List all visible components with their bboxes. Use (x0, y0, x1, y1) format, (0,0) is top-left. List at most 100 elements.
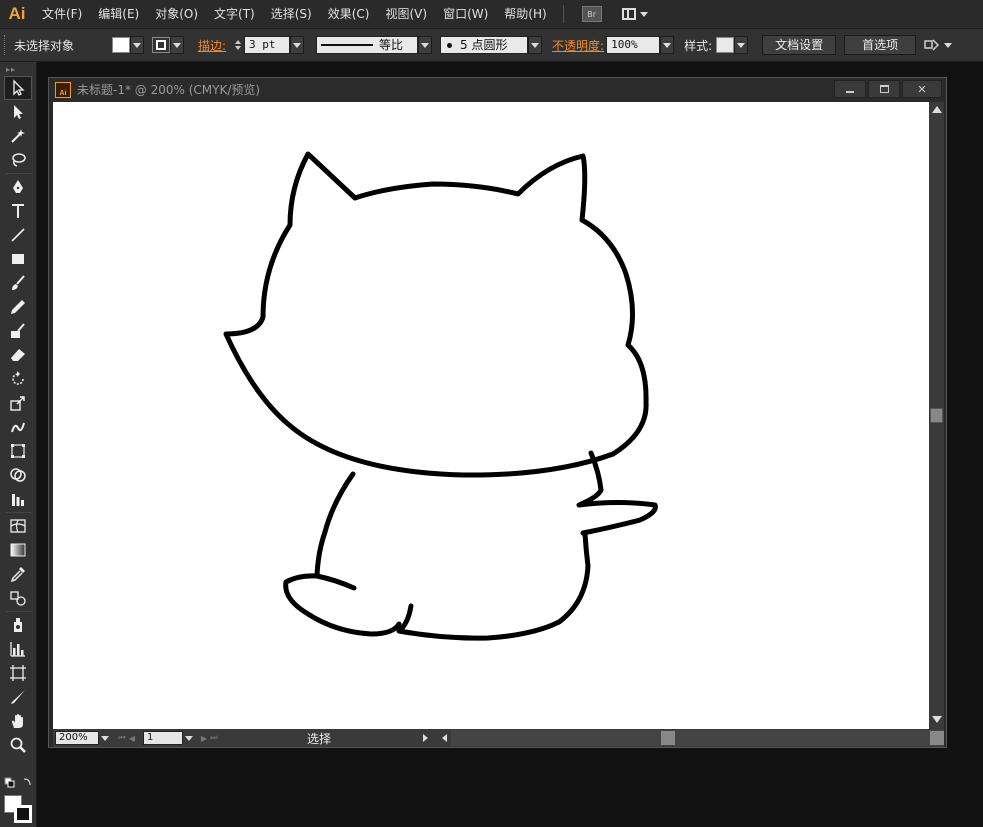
pen-tool[interactable] (4, 175, 32, 199)
fill-swatch[interactable] (112, 37, 130, 53)
bridge-button[interactable]: Br (581, 6, 602, 22)
lasso-tool[interactable] (4, 148, 32, 172)
current-tool-status[interactable]: 选择 (219, 730, 419, 747)
close-button[interactable]: ✕ (902, 80, 942, 98)
blend-tool[interactable] (4, 586, 32, 610)
document-tab[interactable]: Ai 未标题-1* @ 200% (CMYK/预览) ✕ (49, 78, 946, 101)
next-artboard-button[interactable]: ▶ (199, 731, 209, 745)
line-tool[interactable] (4, 223, 32, 247)
vertical-scrollbar[interactable] (929, 102, 944, 729)
warp-tool[interactable] (4, 415, 32, 439)
gradient-tool[interactable] (4, 538, 32, 562)
tool-separator (6, 611, 32, 612)
graph-tool[interactable] (4, 487, 32, 511)
control-bar-grip[interactable] (4, 35, 8, 55)
rectangle-tool[interactable] (4, 247, 32, 271)
slice-tool[interactable] (4, 685, 32, 709)
tools-panel-grip[interactable]: ▸▸ (0, 62, 36, 76)
artboard-canvas[interactable] (53, 102, 929, 729)
workspace-switcher[interactable] (621, 8, 648, 20)
scroll-left-icon[interactable] (442, 734, 447, 742)
opacity-label[interactable]: 不透明度: (552, 37, 604, 54)
fill-dropdown[interactable] (130, 36, 144, 54)
chevron-down-icon (133, 42, 141, 48)
document-setup-button[interactable]: 文档设置 (762, 35, 837, 55)
direct-selection-tool[interactable] (4, 100, 32, 124)
menu-select[interactable]: 选择(S) (263, 0, 320, 28)
stroke-weight-dropdown[interactable] (290, 36, 305, 54)
brush-dropdown[interactable] (528, 36, 543, 54)
column-graph-tool[interactable] (4, 637, 32, 661)
scroll-right-icon[interactable] (930, 731, 944, 745)
rotate-tool[interactable] (4, 367, 32, 391)
graphic-style-dropdown[interactable] (734, 36, 749, 54)
close-icon: ✕ (917, 82, 927, 96)
menu-view[interactable]: 视图(V) (377, 0, 435, 28)
type-tool[interactable] (4, 199, 32, 223)
stroke-profile-dropdown[interactable] (418, 36, 433, 54)
vertical-scroll-thumb[interactable] (930, 408, 943, 423)
fill-stroke-swatches[interactable] (4, 795, 34, 823)
scale-tool[interactable] (4, 391, 32, 415)
stroke-dropdown[interactable] (170, 36, 184, 54)
menu-window[interactable]: 窗口(W) (435, 0, 496, 28)
zoom-tool[interactable] (4, 733, 32, 757)
menu-effect[interactable]: 效果(C) (320, 0, 378, 28)
maximize-button[interactable] (868, 80, 900, 98)
opacity-field[interactable]: 100% (606, 36, 661, 54)
stroke-weight-spinner[interactable] (232, 36, 244, 54)
stroke-swatch[interactable] (152, 37, 170, 53)
zoom-field[interactable]: 200% (55, 731, 99, 745)
selection-tool[interactable] (4, 76, 32, 100)
pencil-tool[interactable] (4, 295, 32, 319)
artboard-number-field[interactable]: 1 (143, 731, 183, 745)
status-bar: 200% ⏮ ◀ 1 ▶ ⏭ 选择 (53, 729, 944, 747)
preferences-button[interactable]: 首选项 (844, 35, 917, 55)
mesh-tool[interactable] (4, 514, 32, 538)
blob-brush-tool[interactable] (4, 319, 32, 343)
stroke-color-swatch[interactable] (14, 805, 32, 823)
hand-tool[interactable] (4, 709, 32, 733)
menu-help[interactable]: 帮助(H) (496, 0, 554, 28)
cat-illustration[interactable] (53, 102, 929, 729)
graphic-style-swatch[interactable] (716, 37, 735, 53)
menu-file[interactable]: 文件(F) (34, 0, 90, 28)
menu-edit[interactable]: 编辑(E) (90, 0, 147, 28)
stroke-label[interactable]: 描边: (198, 37, 226, 54)
artboard-tool[interactable] (4, 661, 32, 685)
status-menu-icon[interactable] (423, 734, 428, 742)
paintbrush-tool[interactable] (4, 271, 32, 295)
shape-builder-tool[interactable] (4, 463, 32, 487)
cat-body-left (314, 471, 356, 579)
window-controls: ✕ (832, 80, 942, 98)
artboard-dropdown[interactable] (183, 731, 195, 745)
brush-definition-field[interactable]: 5 点圆形 (440, 36, 529, 54)
control-bar: 未选择对象 描边: 3 pt 等比 5 点圆形 不透明度: 100% 样式: 文… (0, 28, 983, 62)
horizontal-scroll-thumb[interactable] (661, 731, 675, 745)
scroll-up-icon[interactable] (932, 106, 942, 113)
free-transform-tool[interactable] (4, 439, 32, 463)
zoom-dropdown[interactable] (99, 731, 111, 745)
opacity-dropdown[interactable] (660, 36, 675, 54)
last-artboard-button[interactable]: ⏭ (209, 731, 219, 745)
horizontal-scrollbar[interactable] (451, 730, 944, 746)
control-panel-menu[interactable] (924, 38, 953, 52)
menu-object[interactable]: 对象(O) (147, 0, 206, 28)
swap-colors-control[interactable] (4, 776, 34, 790)
first-artboard-button[interactable]: ⏮ (117, 731, 127, 745)
symbol-sprayer-tool[interactable] (4, 613, 32, 637)
minimize-button[interactable] (834, 80, 866, 98)
rectangle-tool-icon (12, 254, 24, 264)
mesh-tool-icon (10, 519, 26, 533)
stroke-profile-field[interactable]: 等比 (316, 36, 419, 54)
magic-wand-tool[interactable] (4, 124, 32, 148)
stroke-profile-label: 等比 (379, 38, 404, 52)
stroke-weight-field[interactable]: 3 pt (244, 36, 291, 54)
prev-artboard-button[interactable]: ◀ (127, 731, 137, 745)
eyedropper-tool[interactable] (4, 562, 32, 586)
direct-selection-tool-icon (14, 105, 23, 119)
menu-type[interactable]: 文字(T) (206, 0, 263, 28)
scroll-down-icon[interactable] (932, 716, 942, 723)
eraser-tool[interactable] (4, 343, 32, 367)
cat-left-leg (283, 573, 402, 637)
